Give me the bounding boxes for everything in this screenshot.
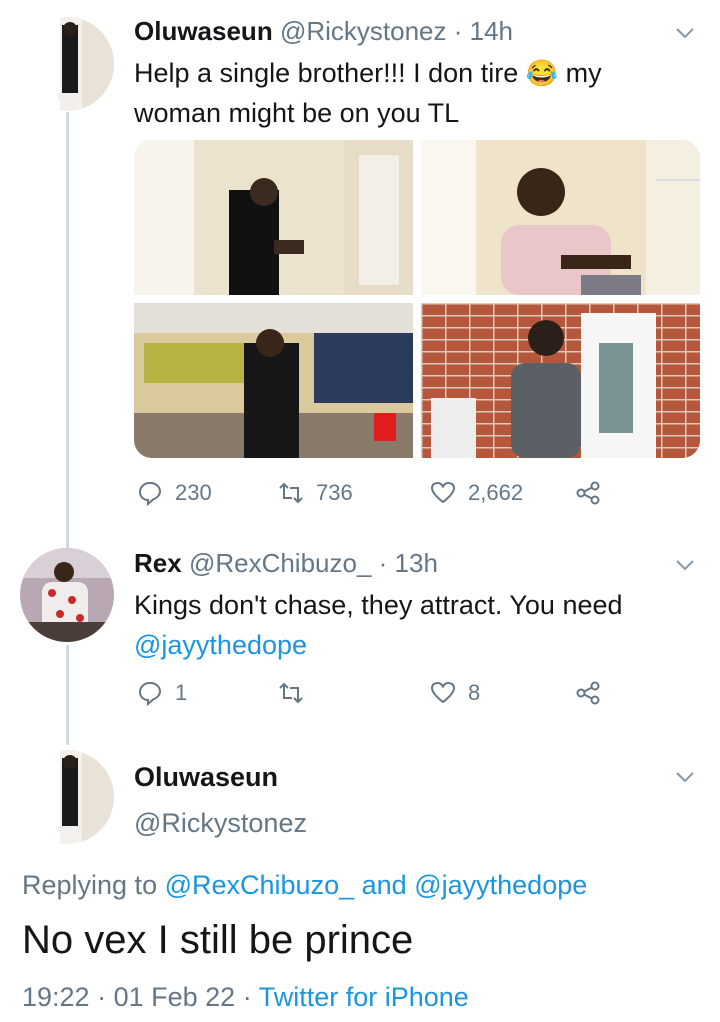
- user-handle[interactable]: @Rickystonez: [280, 16, 447, 46]
- like-count: 8: [468, 680, 481, 705]
- tweet-header: Rex @RexChibuzo_ · 13h: [134, 548, 438, 579]
- avatar[interactable]: [20, 548, 114, 642]
- source-link[interactable]: Twitter for iPhone: [259, 982, 469, 1012]
- avatar[interactable]: [20, 17, 114, 111]
- photo-man-pink-shirt[interactable]: [421, 140, 700, 295]
- display-name[interactable]: Oluwaseun: [134, 762, 278, 793]
- chevron-down-icon[interactable]: [672, 764, 698, 790]
- share-icon: [576, 681, 600, 705]
- display-name[interactable]: Rex: [134, 548, 182, 578]
- emoji-laughing-icon: 😂: [525, 58, 559, 88]
- share-icon: [576, 481, 600, 505]
- chevron-down-icon[interactable]: [672, 20, 698, 46]
- display-name[interactable]: Oluwaseun: [134, 16, 273, 46]
- retweet-icon: [279, 482, 303, 504]
- thread-line: [66, 645, 69, 745]
- like-count: 2,662: [468, 480, 524, 505]
- tweet-time[interactable]: 19:22: [22, 982, 90, 1012]
- photo-man-grey-sweater[interactable]: [421, 303, 700, 458]
- reply-button[interactable]: 230: [137, 480, 212, 506]
- media-grid: [134, 140, 700, 458]
- reply-count: 230: [175, 480, 212, 505]
- like-button[interactable]: 8: [430, 680, 480, 706]
- share-button[interactable]: [575, 680, 613, 706]
- tweet-meta: 19:22 · 01 Feb 22 · Twitter for iPhone: [22, 982, 469, 1012]
- timestamp[interactable]: · 14h: [454, 16, 513, 46]
- tweet-date[interactable]: 01 Feb 22: [114, 982, 236, 1012]
- share-button[interactable]: [575, 480, 613, 506]
- avatar[interactable]: [20, 750, 114, 844]
- retweet-button[interactable]: 736: [278, 480, 353, 506]
- reply-icon: [138, 481, 162, 506]
- thread-line: [66, 112, 69, 552]
- tweet-header: Oluwaseun @Rickystonez · 14h: [134, 16, 513, 47]
- retweet-icon: [279, 682, 303, 704]
- reply-count: 1: [175, 680, 188, 705]
- photo-man-in-shop[interactable]: [134, 303, 413, 458]
- mention-link[interactable]: @jayythedope: [414, 870, 587, 900]
- reply-button[interactable]: 1: [137, 680, 187, 706]
- reply-icon: [138, 681, 162, 706]
- tweet-text: Help a single brother!!! I don tire 😂 my…: [134, 58, 602, 128]
- timestamp[interactable]: · 13h: [379, 548, 438, 578]
- like-button[interactable]: 2,662: [430, 480, 523, 506]
- retweet-button[interactable]: [278, 680, 316, 706]
- tweet-text: No vex I still be prince: [22, 918, 414, 962]
- tweet-text: Kings don't chase, they attract. You nee…: [134, 590, 623, 660]
- mention-link[interactable]: @RexChibuzo_: [165, 870, 355, 900]
- user-handle[interactable]: @Rickystonez: [134, 808, 307, 839]
- heart-icon: [430, 681, 456, 704]
- replying-to: Replying to @RexChibuzo_ and @jayythedop…: [22, 870, 588, 900]
- user-handle[interactable]: @RexChibuzo_: [189, 548, 371, 578]
- chevron-down-icon[interactable]: [672, 552, 698, 578]
- heart-icon: [430, 481, 456, 504]
- mention-link[interactable]: @jayythedope: [134, 630, 307, 660]
- photo-man-black-outfit[interactable]: [134, 140, 413, 295]
- retweet-count: 736: [316, 480, 353, 505]
